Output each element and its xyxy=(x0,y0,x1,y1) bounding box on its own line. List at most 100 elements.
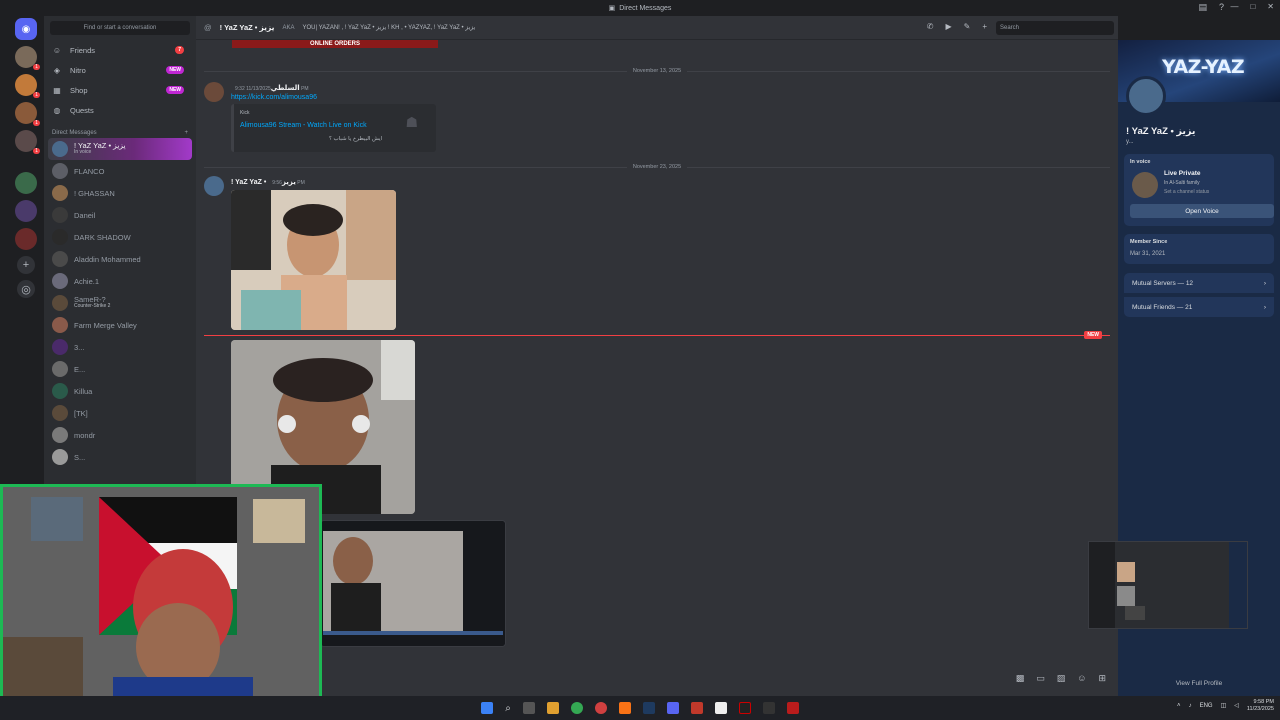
apps-icon[interactable]: ⊞ xyxy=(1098,673,1106,684)
embed-title[interactable]: Alimousa96 Stream - Watch Live on Kick xyxy=(240,122,367,129)
app-icon[interactable] xyxy=(618,702,631,714)
server-icon[interactable] xyxy=(15,172,37,194)
dm-item[interactable]: ! GHASSAN xyxy=(44,182,196,204)
add-friend-icon[interactable]: + xyxy=(982,22,987,31)
dm-item[interactable]: Killua xyxy=(44,380,196,402)
gift-icon[interactable]: ▩ xyxy=(1016,673,1025,684)
nitro-icon: ◈ xyxy=(53,65,61,75)
dm-item[interactable]: S... xyxy=(44,446,196,468)
profile-name: ! YaZ YaZ • يزيز xyxy=(1126,126,1196,137)
task-view-icon[interactable] xyxy=(522,702,535,714)
maximize-icon[interactable]: □ xyxy=(1250,2,1255,11)
app-icon[interactable] xyxy=(690,702,703,714)
network-icon[interactable]: ◫ xyxy=(1221,702,1227,709)
nav-quests[interactable]: ◍ Quests xyxy=(44,100,196,120)
app-icon[interactable] xyxy=(762,702,775,714)
minimize-icon[interactable]: — xyxy=(1230,2,1238,11)
date-divider: November 23, 2025 xyxy=(204,162,1110,172)
create-dm-icon[interactable]: + xyxy=(184,130,188,136)
member-since-card: Member Since Mar 31, 2021 xyxy=(1124,234,1274,264)
discord-icon[interactable] xyxy=(666,702,679,714)
dm-search-input[interactable]: Find or start a conversation xyxy=(50,21,190,35)
new-badge: NEW xyxy=(166,66,184,74)
emoji-icon[interactable]: ☺ xyxy=(1077,673,1086,684)
dm-item[interactable]: Daneil xyxy=(44,204,196,226)
volume-icon[interactable]: ◁ xyxy=(1234,702,1239,709)
chevron-right-icon: › xyxy=(1263,279,1266,287)
aka-label: AKA xyxy=(282,24,295,31)
set-status-link[interactable]: Set a channel status xyxy=(1164,189,1209,195)
home-button[interactable]: ◉ xyxy=(15,18,37,40)
app-icon[interactable] xyxy=(714,702,727,714)
server-badge: 1 xyxy=(33,64,40,70)
image-attachment[interactable] xyxy=(231,190,396,330)
dm-item[interactable]: FLANCO xyxy=(44,160,196,182)
image-attachment[interactable] xyxy=(320,520,506,647)
dm-item[interactable]: Farm Merge Valley xyxy=(44,314,196,336)
nav-shop[interactable]: ▦ Shop NEW xyxy=(44,80,196,100)
dm-item[interactable]: SameR-? Counter-Strike 2 xyxy=(44,292,196,314)
sticker-icon[interactable]: ▨ xyxy=(1057,673,1066,684)
header-actions: ✆ ▶ ✎ + ◉ xyxy=(927,22,1006,31)
banner-image: ONLINE ORDERS xyxy=(232,40,438,48)
dm-item[interactable]: [TK] xyxy=(44,402,196,424)
date-divider: November 13, 2025 xyxy=(204,66,1110,76)
server-icon[interactable] xyxy=(15,228,37,250)
quests-icon: ◍ xyxy=(53,105,61,115)
mic-icon[interactable]: ♪ xyxy=(1189,703,1192,709)
app-icon[interactable] xyxy=(786,702,799,714)
dm-icon: ▣ xyxy=(608,5,616,12)
server-icon[interactable]: 1 xyxy=(15,130,40,154)
server-icon[interactable] xyxy=(15,200,37,222)
windows-start-icon[interactable] xyxy=(481,702,494,714)
open-voice-button[interactable]: Open Voice xyxy=(1130,204,1274,218)
window-preview-thumbnail[interactable] xyxy=(1088,541,1248,629)
gif-icon[interactable]: ▭ xyxy=(1036,673,1045,684)
close-icon[interactable]: ✕ xyxy=(1267,2,1274,11)
nav-friends[interactable]: ☺ Friends 7 xyxy=(44,40,196,60)
dm-item[interactable]: ! YaZ YaZ • يزيز In voice xyxy=(48,138,192,160)
dm-item[interactable]: E... xyxy=(44,358,196,380)
mutual-servers-row[interactable]: Mutual Servers — 12 › xyxy=(1124,273,1274,293)
message-author: السلطي11/13/2025 9:32 PM xyxy=(235,85,309,92)
nav-nitro[interactable]: ◈ Nitro NEW xyxy=(44,60,196,80)
dm-item[interactable]: 3... xyxy=(44,336,196,358)
avatar xyxy=(52,339,68,355)
chevron-up-icon[interactable]: ˄ xyxy=(1177,703,1181,709)
compass-icon: ◎ xyxy=(21,283,31,296)
dm-item[interactable]: mondr xyxy=(44,424,196,446)
mutual-friends-row[interactable]: Mutual Friends — 21 › xyxy=(1124,297,1274,317)
discover-button[interactable]: ◎ xyxy=(17,280,35,298)
chrome-icon[interactable] xyxy=(570,702,583,714)
dm-item[interactable]: DARK SHADOW xyxy=(44,226,196,248)
dm-item[interactable]: Achie.1 xyxy=(44,270,196,292)
profile-avatar[interactable] xyxy=(1126,76,1166,116)
message-link[interactable]: https://kick.com/alimousa96 xyxy=(231,94,317,101)
server-icon[interactable]: 1 xyxy=(15,74,40,98)
help-icon[interactable]: ? xyxy=(1219,2,1224,13)
server-icon[interactable]: 1 xyxy=(15,46,40,70)
server-badge: 1 xyxy=(33,148,40,154)
avatar xyxy=(52,273,68,289)
language-indicator[interactable]: ENG xyxy=(1200,703,1213,709)
header-search-input[interactable]: Search xyxy=(996,21,1114,35)
server-badge: 1 xyxy=(33,120,40,126)
app-icon[interactable] xyxy=(738,702,751,714)
window-title: ▣ Direct Messages xyxy=(608,4,672,13)
server-icon[interactable]: 1 xyxy=(15,102,40,126)
steam-icon[interactable] xyxy=(642,702,655,714)
video-icon[interactable]: ▶ xyxy=(945,22,951,31)
channel-name: ! YaZ YaZ • يزيز xyxy=(219,23,275,32)
app-icon[interactable] xyxy=(594,702,607,714)
call-icon[interactable]: ✆ xyxy=(927,22,934,31)
clock[interactable]: 9:58 PM 11/23/2025 xyxy=(1247,699,1274,712)
add-server-button[interactable]: + xyxy=(17,256,35,274)
new-messages-badge: NEW xyxy=(1084,331,1102,339)
view-full-profile-link[interactable]: View Full Profile xyxy=(1118,680,1280,687)
inbox-icon[interactable]: ▤ xyxy=(1198,2,1207,13)
title-bar-icons: ▤ ? xyxy=(1198,2,1224,13)
file-explorer-icon[interactable] xyxy=(546,702,559,714)
search-icon[interactable]: ⌕ xyxy=(505,703,511,714)
dm-item[interactable]: Aladdin Mohammed xyxy=(44,248,196,270)
pin-icon[interactable]: ✎ xyxy=(964,22,971,31)
